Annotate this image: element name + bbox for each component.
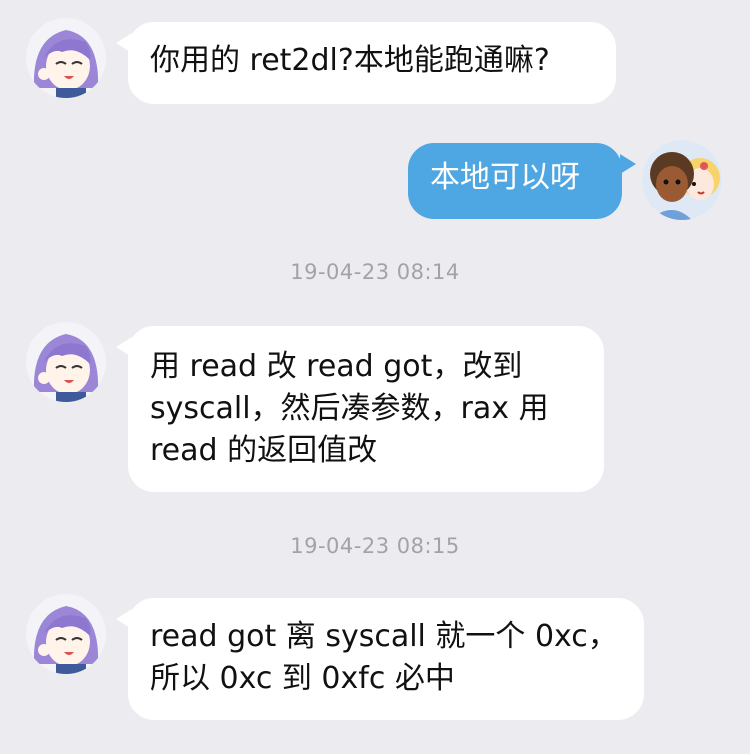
message-bubble[interactable]: 本地可以呀 [408,143,622,219]
message-bubble[interactable]: 你用的 ret2dl?本地能跑通嘛? [128,22,616,104]
two-cartoon-kids-icon [642,140,722,220]
message-bubble[interactable]: 用 read 改 read got，改到 syscall，然后凑参数，rax 用… [128,326,604,492]
purple-hair-anime-girl-icon [26,594,106,674]
my-avatar[interactable] [642,140,722,220]
message-row-peer-2: 用 read 改 read got，改到 syscall，然后凑参数，rax 用… [0,300,750,500]
message-row-peer-1: 你用的 ret2dl?本地能跑通嘛? [0,0,750,120]
message-row-peer-3: read got 离 syscall 就一个 0xc， 所以 0xc 到 0xf… [0,574,750,744]
peer-avatar[interactable] [26,594,106,674]
timestamp: 19-04-23 08:15 [290,534,460,558]
purple-hair-anime-girl-icon [26,322,106,402]
message-row-me-1: 本地可以呀 [0,120,750,230]
purple-hair-anime-girl-icon [26,18,106,98]
timestamp: 19-04-23 08:14 [290,260,460,284]
bubble-tail [620,154,636,174]
peer-avatar[interactable] [26,18,106,98]
peer-avatar[interactable] [26,322,106,402]
message-bubble[interactable]: read got 离 syscall 就一个 0xc， 所以 0xc 到 0xf… [128,598,644,720]
